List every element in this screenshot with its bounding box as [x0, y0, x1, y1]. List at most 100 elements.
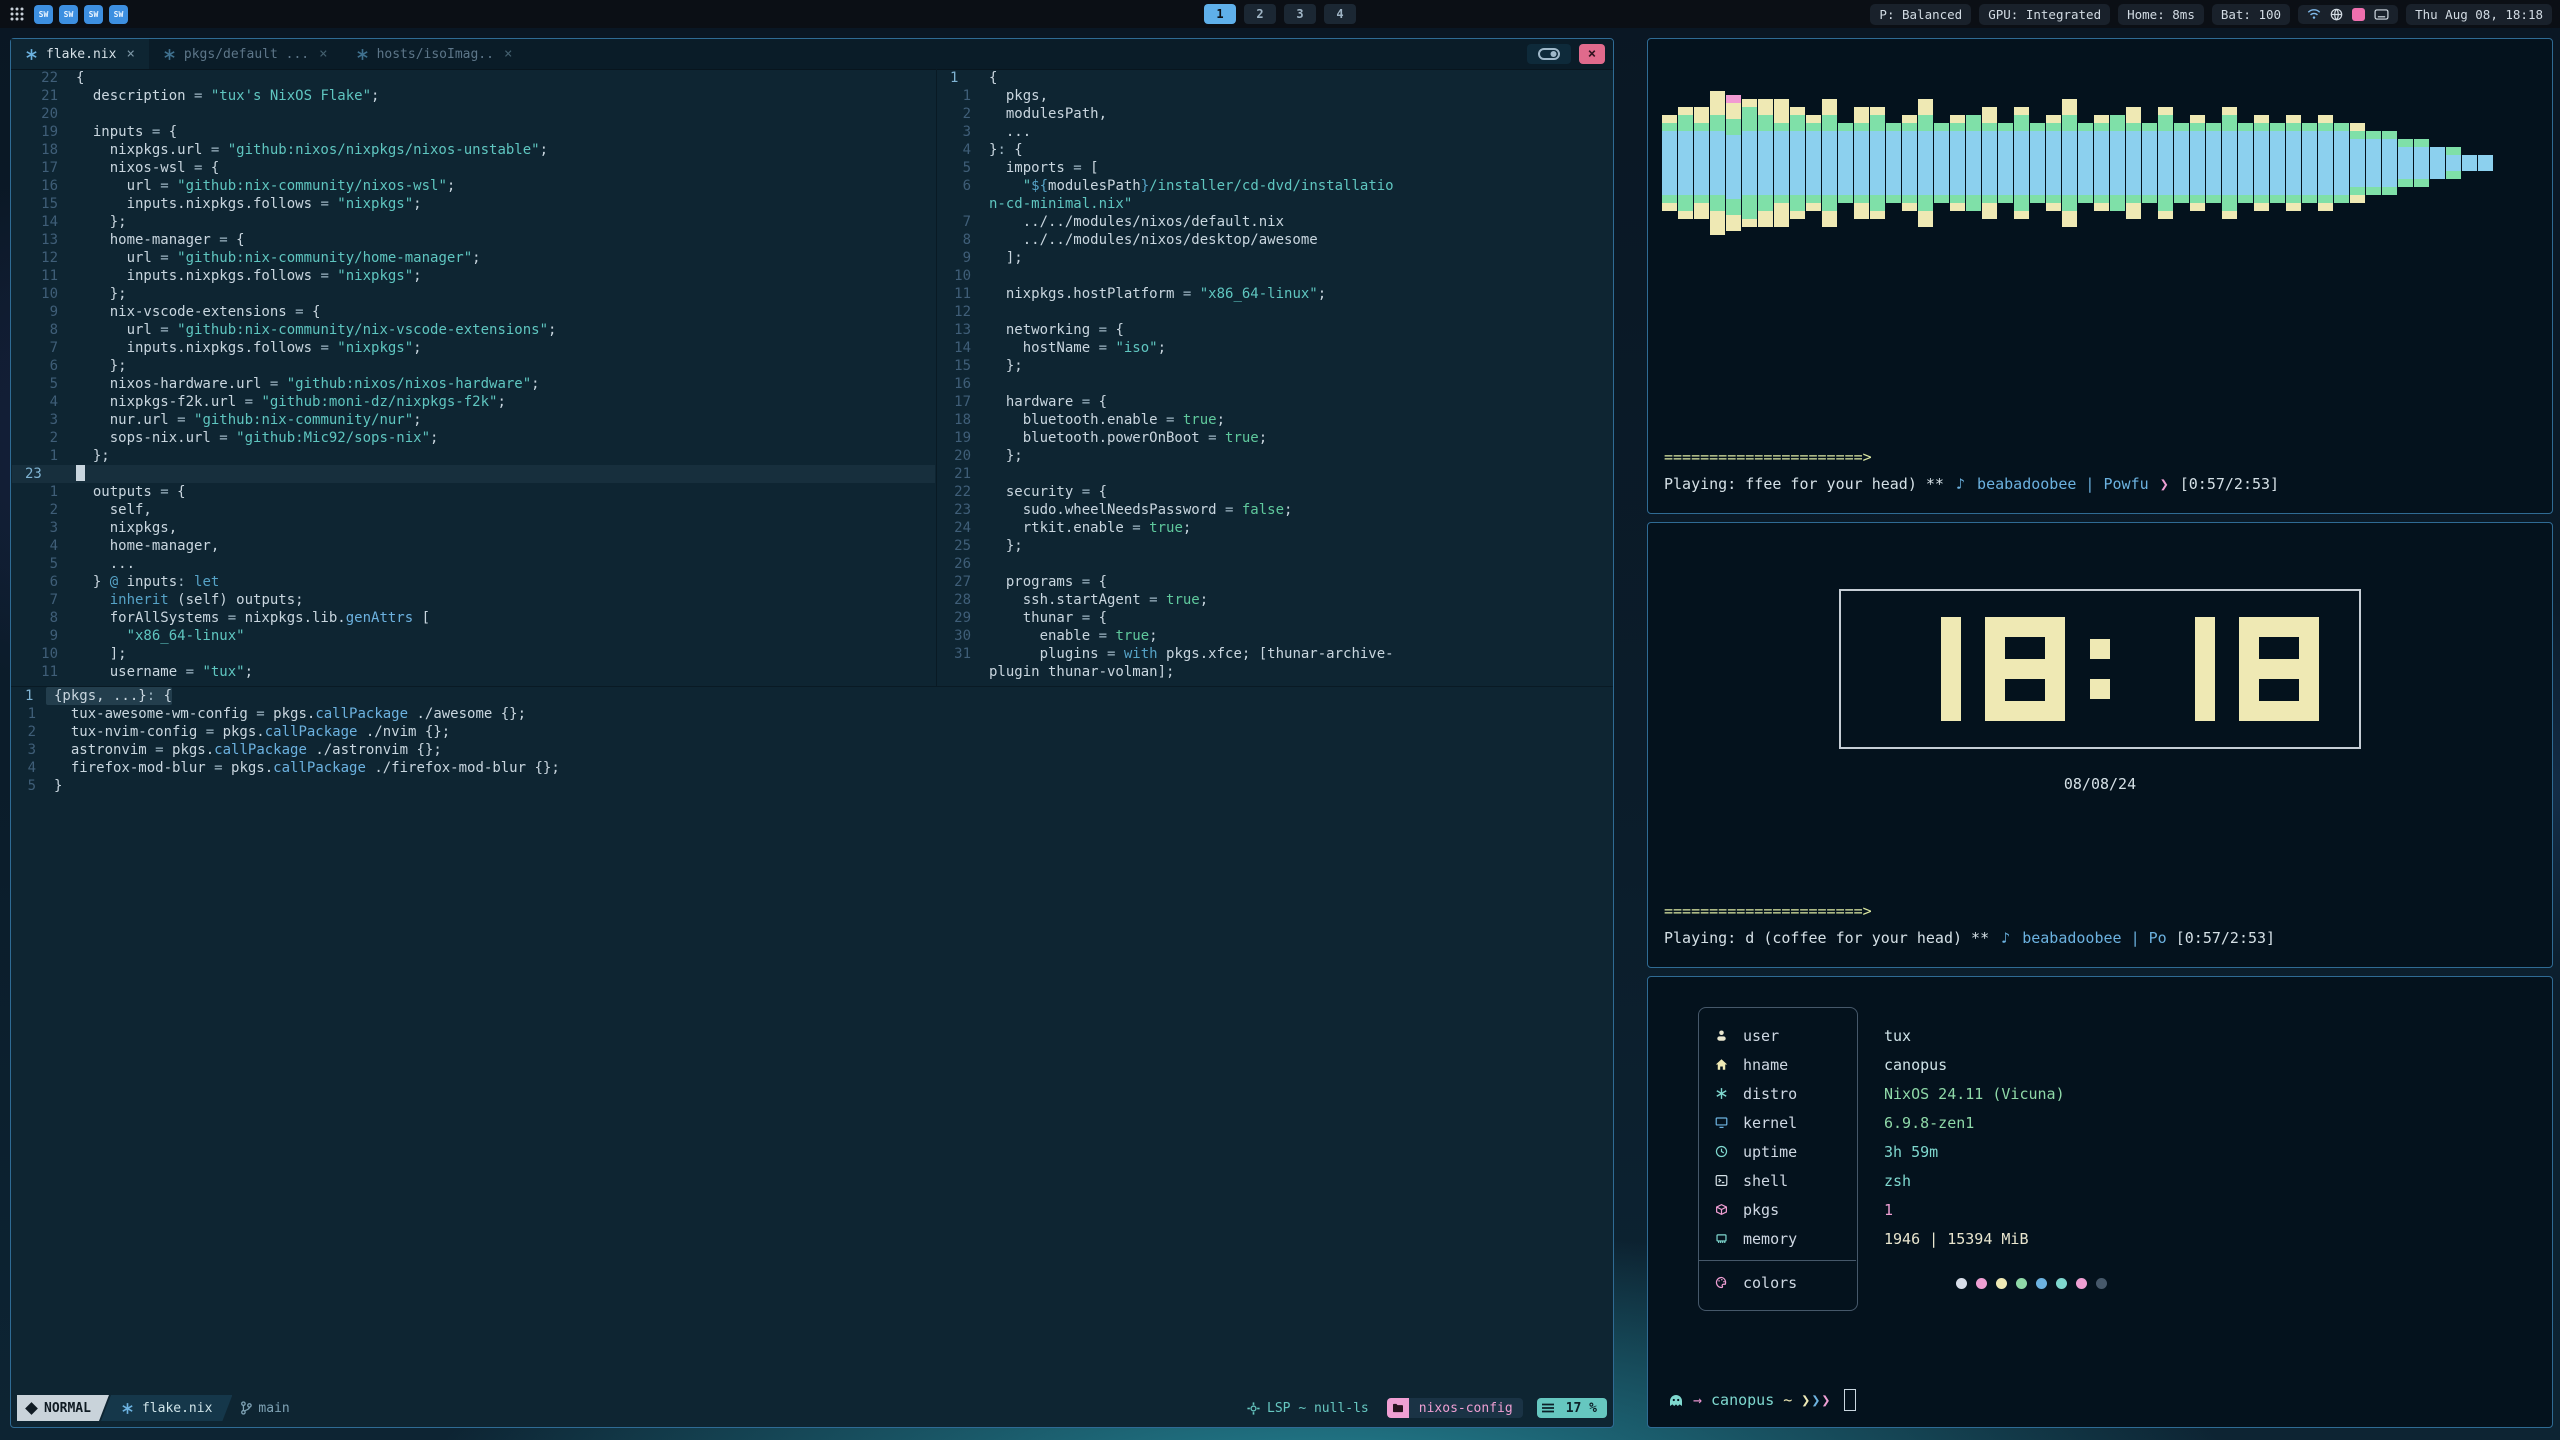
code-line: 1{pkgs, ...}: {	[12, 687, 1612, 705]
code-line: 28 ssh.startAgent = true;	[937, 591, 1613, 609]
workspace-button-4[interactable]: 4	[1324, 4, 1356, 24]
code-line: 30 enable = true;	[937, 627, 1613, 645]
viz-column	[2062, 99, 2077, 227]
shell-prompt[interactable]: → canopus ~ ❯❯❯	[1668, 1389, 1856, 1411]
wifi-icon[interactable]	[2307, 8, 2321, 20]
statusline-filename: flake.nix	[142, 1401, 212, 1416]
viz-column	[2270, 123, 2285, 203]
tab-close-icon[interactable]: ×	[126, 46, 134, 62]
package-icon	[1698, 1203, 1743, 1216]
viz-column	[2446, 147, 2461, 179]
code-line: 20	[12, 105, 935, 123]
tab-close-icon[interactable]: ×	[319, 46, 327, 62]
line-number: 4	[12, 393, 68, 411]
fetch-row-shell: shell zsh	[1698, 1166, 2116, 1195]
progress-label: 17 %	[1566, 1401, 1597, 1416]
line-number: 9	[12, 303, 68, 321]
prompt-arrow: →	[1693, 1391, 1702, 1409]
fetch-value: zsh	[1856, 1172, 1911, 1190]
code-line: 22{	[12, 69, 935, 87]
player-status-bottom: ======================> Playing: d (coff…	[1664, 902, 2540, 947]
toggle-button[interactable]	[1527, 44, 1571, 64]
viz-column	[2254, 115, 2269, 211]
clock-date: 08/08/24	[1648, 775, 2552, 793]
folder-icon	[1387, 1398, 1409, 1418]
viz-column	[2430, 147, 2445, 179]
code-line: 8 forAllSystems = nixpkgs.lib.genAttrs [	[12, 609, 935, 627]
line-number: 1	[937, 87, 981, 105]
now-playing-line: Playing: ffee for your head) ** ♪ beabad…	[1664, 475, 2540, 493]
code-pane-flake-nix[interactable]: 22{21 description = "tux's NixOS Flake";…	[12, 69, 935, 686]
line-number: 9	[937, 249, 981, 267]
fetch-label: distro	[1743, 1085, 1856, 1103]
line-number: 5	[12, 555, 68, 573]
viz-column	[2462, 155, 2477, 171]
line-number: 20	[12, 105, 68, 123]
git-branch-icon	[240, 1401, 252, 1415]
tab-hosts-isoimage[interactable]: hosts/isoImag.. ×	[342, 39, 527, 69]
code-line: 5 ...	[12, 555, 935, 573]
project-indicator: nixos-config	[1387, 1398, 1523, 1418]
code-line: 5}	[12, 777, 1612, 795]
viz-column	[1870, 107, 1885, 219]
line-number: 15	[12, 195, 68, 213]
house-icon	[1698, 1058, 1743, 1071]
window-close-button[interactable]: ×	[1579, 44, 1605, 64]
color-dot	[1956, 1278, 1967, 1289]
fetch-row-packages: pkgs 1	[1698, 1195, 2116, 1224]
line-number: 13	[937, 321, 981, 339]
code-line: 4 firefox-mod-blur = pkgs.callPackage ./…	[12, 759, 1612, 777]
git-branch-label: main	[258, 1401, 289, 1416]
workspace-button-2[interactable]: 2	[1244, 4, 1276, 24]
line-number: 14	[12, 213, 68, 231]
mode-label: NORMAL	[44, 1401, 91, 1416]
line-number: 8	[937, 231, 981, 249]
code-line: 7 inputs.nixpkgs.follows = "nixpkgs";	[12, 339, 935, 357]
code-line: 9 "x86_64-linux"	[12, 627, 935, 645]
tab-flake-nix[interactable]: flake.nix ×	[11, 39, 149, 69]
viz-column	[2158, 107, 2173, 219]
code-line: 3 astronvim = pkgs.callPackage ./astronv…	[12, 741, 1612, 759]
keyboard-layout-icon[interactable]	[2374, 9, 2389, 20]
viz-column	[1806, 115, 1821, 211]
viz-column	[2222, 107, 2237, 219]
clock-digit-8	[2239, 617, 2319, 721]
tray-app-icon[interactable]: SW	[59, 5, 78, 24]
workspace-button-3[interactable]: 3	[1284, 4, 1316, 24]
code-line: 5 imports = [	[937, 159, 1613, 177]
line-number: 25	[937, 537, 981, 555]
line-number: 3	[12, 411, 68, 429]
code-line: 7 inherit (self) outputs;	[12, 591, 935, 609]
tab-close-icon[interactable]: ×	[504, 46, 512, 62]
code-line: 3 ...	[937, 123, 1613, 141]
code-line: 1{	[937, 69, 1613, 87]
code-line: 14 };	[12, 213, 935, 231]
tab-pkgs-default[interactable]: pkgs/default ... ×	[149, 39, 342, 69]
code-pane-iso-image[interactable]: 1{1 pkgs,2 modulesPath,3 ...4}: {5 impor…	[937, 69, 1613, 686]
viz-column	[2094, 115, 2109, 211]
code-line: 4}: {	[937, 141, 1613, 159]
line-number: 31	[937, 645, 981, 663]
nix-snowflake-icon	[356, 48, 369, 61]
tray-app-icon[interactable]: SW	[84, 5, 103, 24]
tray-app-icon[interactable]: SW	[109, 5, 128, 24]
nix-snowflake-icon	[163, 48, 176, 61]
app-launcher-icon[interactable]	[8, 5, 26, 23]
network-globe-icon[interactable]	[2330, 8, 2343, 21]
color-swatch-icon[interactable]	[2352, 8, 2365, 21]
code-line: 7 ../../modules/nixos/default.nix	[937, 213, 1613, 231]
palette-icon	[1698, 1276, 1743, 1289]
code-line: 13 home-manager = {	[12, 231, 935, 249]
code-line: 10 ];	[12, 645, 935, 663]
tray-icon-cluster	[2298, 5, 2398, 24]
code-line: 1 tux-awesome-wm-config = pkgs.callPacka…	[12, 705, 1612, 723]
line-number: 21	[937, 465, 981, 483]
fetch-value: 1	[1856, 1201, 1893, 1219]
workspace-button-1[interactable]: 1	[1204, 4, 1236, 24]
code-line: 6 } @ inputs: let	[12, 573, 935, 591]
scroll-progress: 17 %	[1537, 1398, 1607, 1418]
tray-app-icon[interactable]: SW	[34, 5, 53, 24]
gear-icon	[1247, 1402, 1260, 1415]
line-number: 12	[937, 303, 981, 321]
code-pane-pkgs-default[interactable]: 1{pkgs, ...}: {1 tux-awesome-wm-config =…	[12, 687, 1612, 1387]
